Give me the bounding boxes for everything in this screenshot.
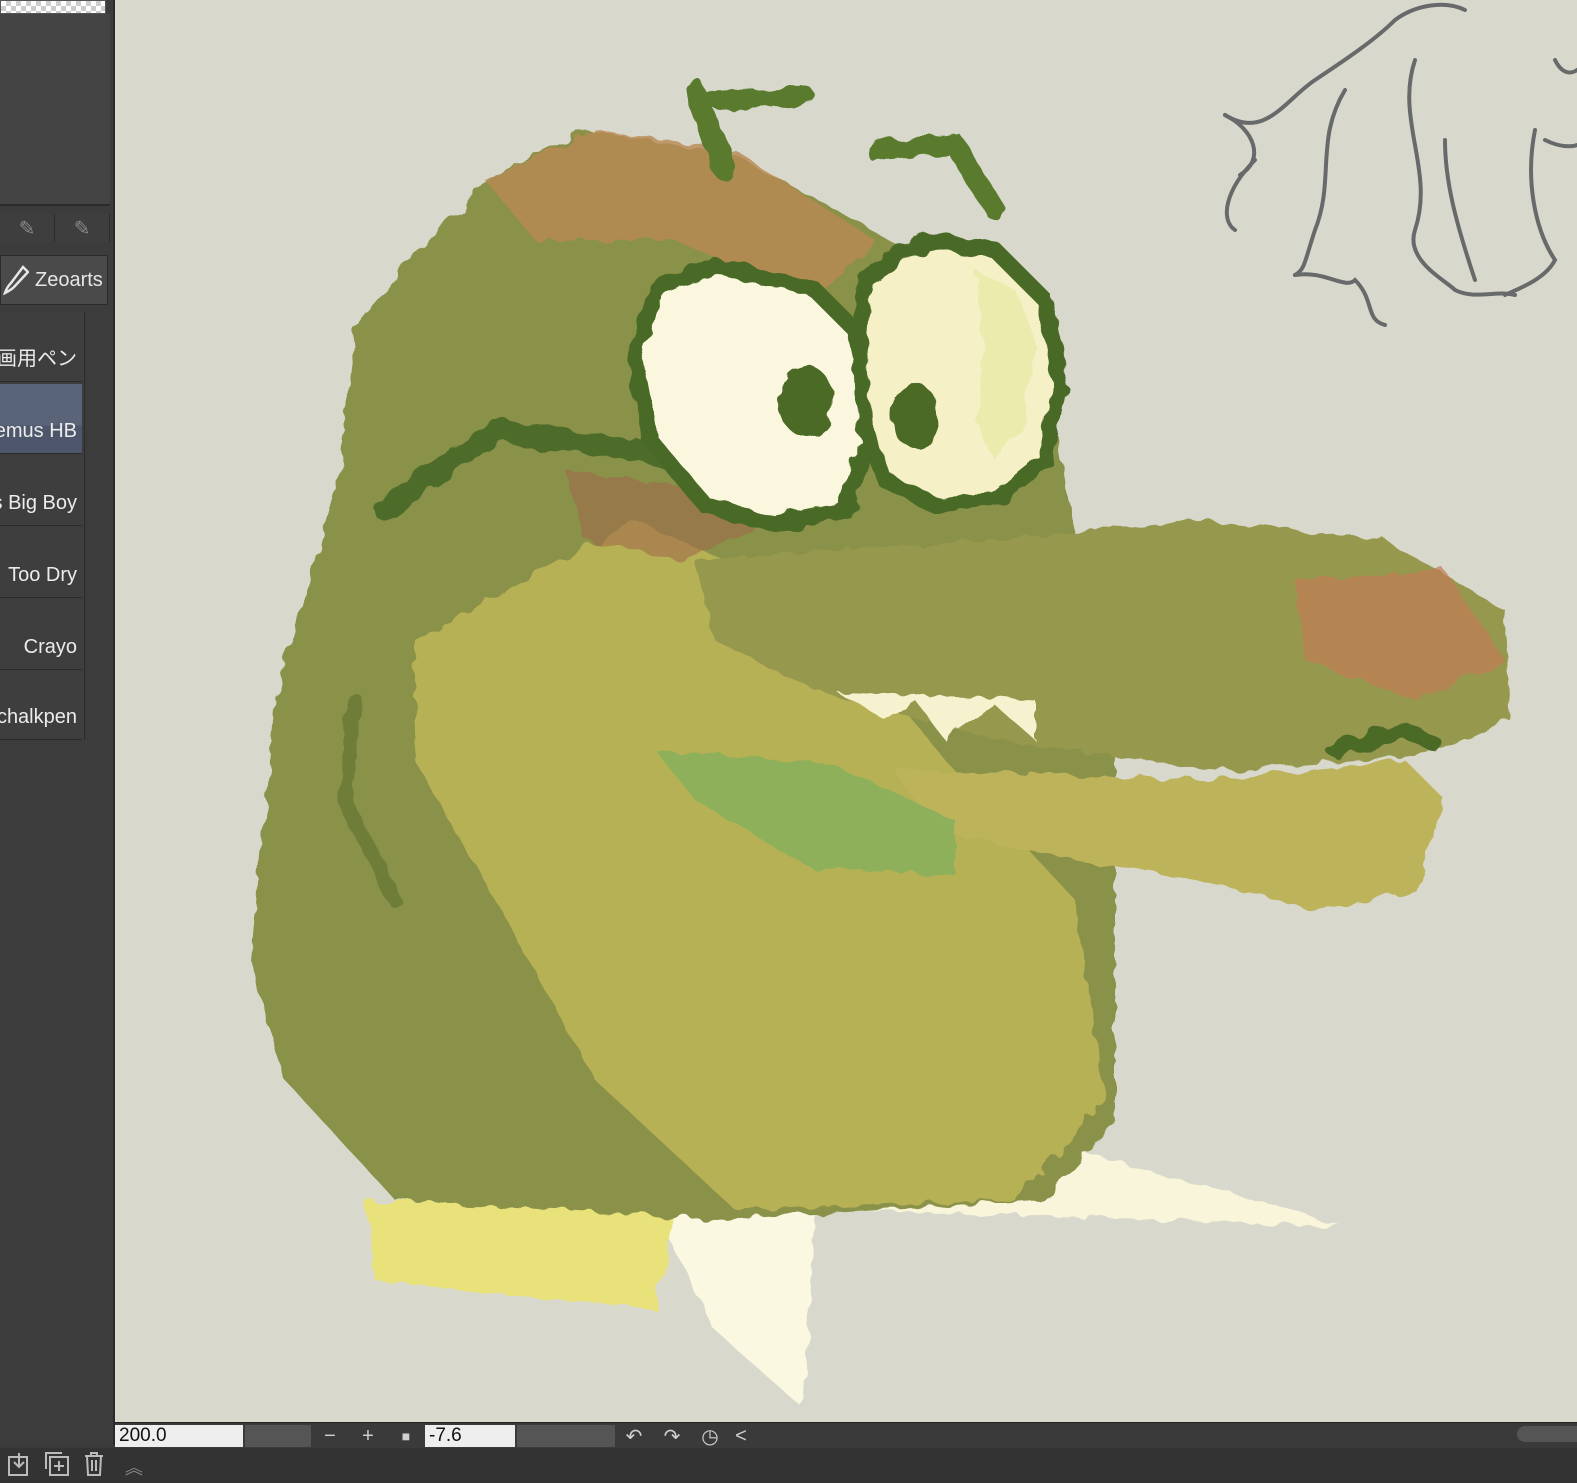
brush-set-header[interactable]: Zeoarts [0, 255, 108, 305]
list-item[interactable]: chalkpen [0, 670, 82, 740]
rotation-field[interactable]: -7.6 [425, 1425, 515, 1447]
collapse-button[interactable]: < [729, 1425, 753, 1448]
horizontal-scrollbar[interactable] [1517, 1426, 1577, 1442]
list-item[interactable]: Too Dry [0, 528, 82, 598]
list-item[interactable]: emus HB [0, 384, 82, 454]
navigator-bar: 200.0 − + ■ -7.6 ↶ ↷ ◷ < [115, 1422, 1577, 1449]
import-brush-icon[interactable] [0, 1451, 38, 1477]
list-item[interactable]: 画用ペン [0, 312, 82, 382]
brush-list-actions [0, 1445, 113, 1483]
zoom-out-button[interactable]: − [311, 1425, 349, 1448]
left-panel: ✎ ✎ Zeoarts 画用ペン emus HB s Big Boy Too D… [0, 0, 115, 1445]
layer-thumbnail[interactable] [0, 0, 106, 14]
brush-set-label: Zeoarts [35, 268, 103, 291]
zoom-field[interactable]: 200.0 [115, 1425, 243, 1447]
pencil-icon: ✎ [73, 217, 91, 240]
list-item[interactable]: Crayo [0, 600, 82, 670]
sub-tool-preview-area [0, 14, 110, 206]
tab-pencil-tool[interactable]: ✎ [55, 214, 110, 242]
drawing-canvas[interactable] [115, 0, 1577, 1422]
trash-icon[interactable] [75, 1451, 113, 1477]
sub-tool-tabs: ✎ ✎ [0, 214, 110, 242]
rotate-left-icon[interactable]: ↶ [615, 1424, 653, 1449]
artwork [250, 2, 1577, 1410]
pen-icon: ✎ [18, 217, 36, 240]
zoom-in-button[interactable]: + [349, 1425, 387, 1448]
reset-rotation-icon[interactable]: ◷ [691, 1424, 729, 1449]
brush-list: 画用ペン emus HB s Big Boy Too Dry Crayo cha… [0, 312, 85, 740]
rotation-slider[interactable] [517, 1425, 615, 1447]
brush-icon [3, 265, 29, 295]
tab-pen-tool[interactable]: ✎ [0, 214, 55, 242]
zoom-slider[interactable] [245, 1425, 311, 1447]
rotate-right-icon[interactable]: ↷ [653, 1424, 691, 1449]
duplicate-brush-icon[interactable] [38, 1451, 76, 1477]
bottom-bar: ︽ [0, 1448, 1577, 1483]
list-item[interactable]: s Big Boy [0, 456, 82, 526]
fit-button[interactable]: ■ [387, 1428, 425, 1444]
chevron-up-icon[interactable]: ︽ [125, 1454, 143, 1480]
